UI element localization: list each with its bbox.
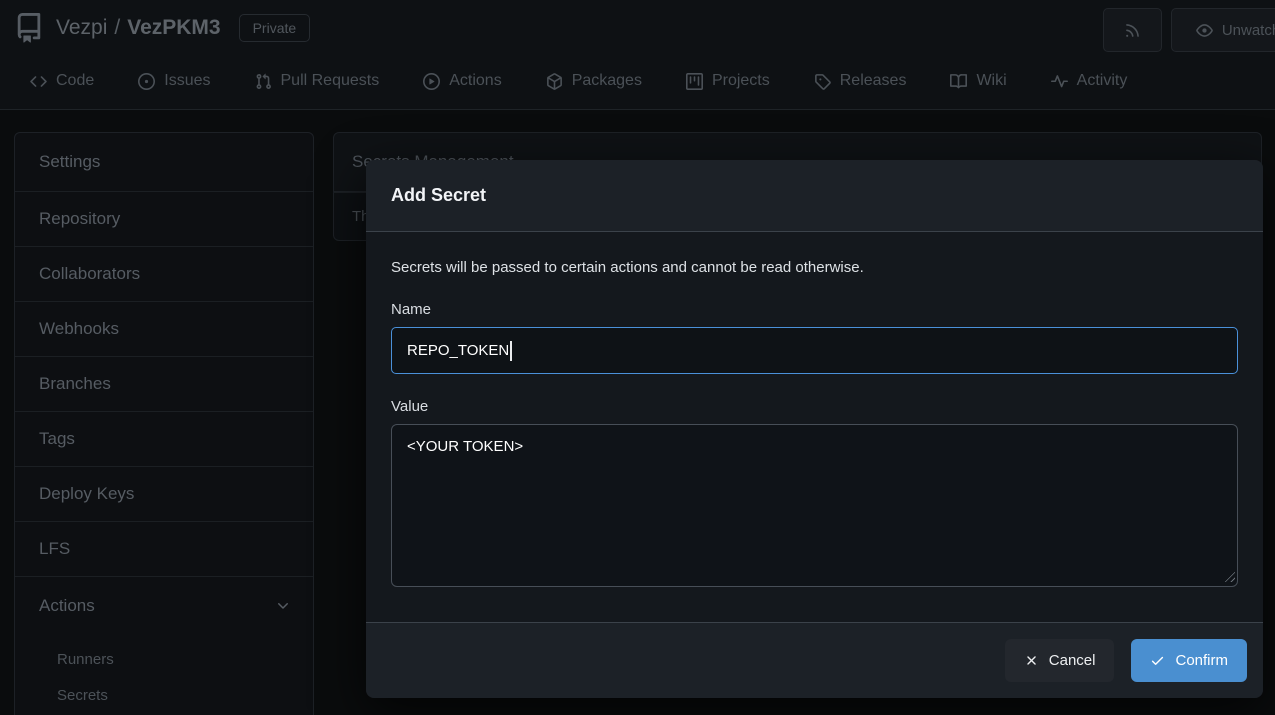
eye-icon bbox=[1196, 22, 1213, 39]
confirm-label: Confirm bbox=[1175, 652, 1228, 669]
sidebar-item-label: LFS bbox=[39, 539, 70, 559]
tab-projects[interactable]: Projects bbox=[686, 72, 770, 90]
secret-name-value: REPO_TOKEN bbox=[407, 342, 509, 359]
git-pull-request-icon bbox=[255, 73, 272, 90]
name-field-label: Name bbox=[391, 301, 1238, 318]
pulse-icon bbox=[1051, 73, 1068, 90]
sidebar-item-label: Repository bbox=[39, 209, 120, 229]
rss-icon bbox=[1124, 22, 1141, 39]
sidebar-item-label: Actions bbox=[39, 596, 95, 616]
sidebar-subitem-label: Runners bbox=[57, 651, 114, 668]
tab-label: Wiki bbox=[976, 72, 1006, 90]
confirm-button[interactable]: Confirm bbox=[1131, 639, 1247, 682]
app-screen: Vezpi / VezPKM3 Private Unwatch Code Iss bbox=[0, 0, 1275, 715]
sidebar-item-label: Tags bbox=[39, 429, 75, 449]
issue-opened-icon bbox=[138, 73, 155, 90]
sidebar-item-settings[interactable]: Settings bbox=[15, 133, 313, 191]
rss-feed-button[interactable] bbox=[1103, 8, 1162, 52]
sidebar-item-secrets[interactable]: Secrets bbox=[15, 677, 313, 713]
sidebar-item-collaborators[interactable]: Collaborators bbox=[15, 246, 313, 301]
breadcrumb-separator: / bbox=[114, 16, 120, 40]
sidebar-item-branches[interactable]: Branches bbox=[15, 356, 313, 411]
repo-owner-link[interactable]: Vezpi bbox=[56, 16, 107, 40]
settings-sidebar: Settings Repository Collaborators Webhoo… bbox=[14, 132, 314, 715]
tab-label: Issues bbox=[164, 72, 210, 90]
repo-breadcrumb: Vezpi / VezPKM3 bbox=[56, 16, 221, 40]
repo-name-link[interactable]: VezPKM3 bbox=[127, 16, 220, 40]
modal-header: Add Secret bbox=[366, 160, 1263, 232]
private-badge: Private bbox=[239, 14, 311, 42]
unwatch-button[interactable]: Unwatch bbox=[1171, 8, 1275, 52]
code-icon bbox=[30, 73, 47, 90]
tab-label: Activity bbox=[1077, 72, 1128, 90]
book-icon bbox=[950, 73, 967, 90]
sidebar-item-label: Branches bbox=[39, 374, 111, 394]
tab-label: Releases bbox=[840, 72, 907, 90]
sidebar-item-repository[interactable]: Repository bbox=[15, 191, 313, 246]
sidebar-item-actions[interactable]: Actions bbox=[15, 577, 313, 635]
modal-footer: Cancel Confirm bbox=[366, 622, 1263, 698]
modal-description: Secrets will be passed to certain action… bbox=[391, 259, 1238, 276]
tab-label: Actions bbox=[449, 72, 501, 90]
text-caret bbox=[510, 341, 512, 361]
sidebar-item-tags[interactable]: Tags bbox=[15, 411, 313, 466]
tab-code[interactable]: Code bbox=[30, 72, 94, 90]
sidebar-item-webhooks[interactable]: Webhooks bbox=[15, 301, 313, 356]
cancel-button[interactable]: Cancel bbox=[1005, 639, 1115, 682]
repo-tabs: Code Issues Pull Requests Actions Packag… bbox=[30, 66, 1127, 96]
repo-title-row: Vezpi / VezPKM3 Private bbox=[14, 13, 310, 43]
modal-body: Secrets will be passed to certain action… bbox=[366, 232, 1263, 587]
secret-name-input[interactable]: REPO_TOKEN bbox=[391, 327, 1238, 374]
value-field-label: Value bbox=[391, 398, 1238, 415]
sidebar-item-label: Deploy Keys bbox=[39, 484, 134, 504]
sidebar-group-actions: Actions Runners Secrets bbox=[15, 576, 313, 715]
repo-header-actions: Unwatch bbox=[1103, 8, 1275, 52]
secret-value-textarea[interactable]: <YOUR TOKEN> bbox=[391, 424, 1238, 587]
sidebar-item-label: Webhooks bbox=[39, 319, 119, 339]
tag-icon bbox=[814, 73, 831, 90]
secret-name-field: Name REPO_TOKEN bbox=[391, 301, 1238, 374]
sidebar-item-deploy-keys[interactable]: Deploy Keys bbox=[15, 466, 313, 521]
tab-actions[interactable]: Actions bbox=[423, 72, 501, 90]
package-icon bbox=[546, 73, 563, 90]
tab-label: Packages bbox=[572, 72, 642, 90]
x-icon bbox=[1024, 653, 1039, 668]
sidebar-item-lfs[interactable]: LFS bbox=[15, 521, 313, 576]
secret-value-field: Value <YOUR TOKEN> bbox=[391, 398, 1238, 587]
check-icon bbox=[1150, 653, 1165, 668]
repo-book-icon bbox=[14, 13, 44, 43]
tab-releases[interactable]: Releases bbox=[814, 72, 907, 90]
tab-label: Code bbox=[56, 72, 94, 90]
tab-label: Projects bbox=[712, 72, 770, 90]
sidebar-item-runners[interactable]: Runners bbox=[15, 641, 313, 677]
tab-packages[interactable]: Packages bbox=[546, 72, 642, 90]
add-secret-modal: Add Secret Secrets will be passed to cer… bbox=[366, 160, 1263, 698]
chevron-down-icon bbox=[275, 598, 291, 614]
repo-header: Vezpi / VezPKM3 Private Unwatch Code Iss bbox=[0, 0, 1275, 110]
sidebar-item-label: Settings bbox=[39, 152, 100, 172]
secret-value-wrap: <YOUR TOKEN> bbox=[391, 424, 1238, 587]
unwatch-label: Unwatch bbox=[1222, 22, 1275, 39]
tab-activity[interactable]: Activity bbox=[1051, 72, 1128, 90]
tab-issues[interactable]: Issues bbox=[138, 72, 210, 90]
modal-title: Add Secret bbox=[391, 185, 486, 206]
tab-wiki[interactable]: Wiki bbox=[950, 72, 1006, 90]
sidebar-actions-sublist: Runners Secrets bbox=[15, 635, 313, 715]
tab-label: Pull Requests bbox=[281, 72, 380, 90]
tab-pull-requests[interactable]: Pull Requests bbox=[255, 72, 380, 90]
play-circle-icon bbox=[423, 73, 440, 90]
project-board-icon bbox=[686, 73, 703, 90]
sidebar-subitem-label: Secrets bbox=[57, 687, 108, 704]
cancel-label: Cancel bbox=[1049, 652, 1096, 669]
sidebar-item-label: Collaborators bbox=[39, 264, 140, 284]
